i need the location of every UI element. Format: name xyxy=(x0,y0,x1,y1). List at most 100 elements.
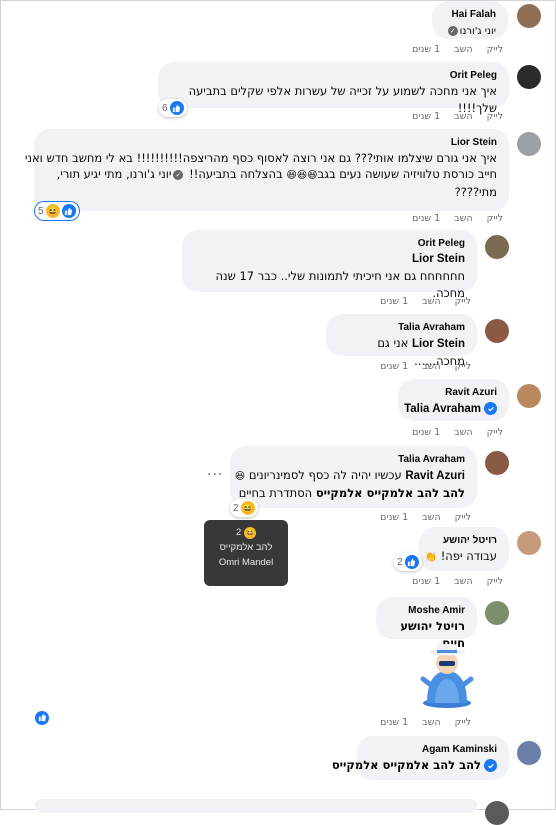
comment-actions: לייק השב 1 שנים xyxy=(412,576,503,587)
comment-text: עבודה יפה! 👏 xyxy=(424,549,497,563)
avatar[interactable] xyxy=(517,531,541,555)
reply-link[interactable]: השב xyxy=(422,296,440,307)
like-link[interactable]: לייק xyxy=(455,717,471,728)
like-link[interactable]: לייק xyxy=(487,111,503,122)
timestamp[interactable]: 1 שנים xyxy=(380,512,408,523)
like-link[interactable]: לייק xyxy=(487,44,503,55)
reply-link[interactable]: השב xyxy=(422,512,440,523)
comment-actions: לייק השב 1 שנים xyxy=(412,44,503,55)
tooltip-count: 2 😆 xyxy=(236,527,256,539)
reply-link[interactable]: השב xyxy=(422,717,440,728)
more-options-icon[interactable]: ··· xyxy=(207,467,223,483)
mention-link[interactable]: Lior Stein xyxy=(194,251,465,268)
comment-author[interactable]: Agam Kaminski xyxy=(369,743,497,757)
avatar[interactable] xyxy=(517,132,541,156)
timestamp[interactable]: 1 שנים xyxy=(412,576,440,587)
comment-author[interactable]: Lior Stein xyxy=(46,136,497,150)
comment-bubble: Moshe Amir רויטל יהושע חיים xyxy=(376,597,477,650)
comment-bubble: Talia Avraham Ravit Azuri עכשיו יהיה לה … xyxy=(230,446,477,508)
comment-bubble: Orit Peleg Lior Stein חחחחחח גם אני חיכי… xyxy=(182,230,477,300)
reply-link[interactable]: השב xyxy=(454,44,472,55)
comment-actions: לייק השב 1 שנים xyxy=(412,427,503,438)
comment-bubble: Orit Peleg איך אני מחכה לשמוע על זכייה ש… xyxy=(158,62,509,115)
mention-link[interactable]: יוני ג'ורנו xyxy=(460,26,496,37)
comment-bubble: Ravit Azuri Talia Avraham xyxy=(398,379,509,421)
comment-actions: לייק השב 1 שנים xyxy=(380,361,471,372)
avatar[interactable] xyxy=(485,451,509,475)
haha-icon: 😆 xyxy=(45,204,60,218)
timestamp[interactable]: 1 שנים xyxy=(380,717,408,728)
like-link[interactable]: לייק xyxy=(487,213,503,224)
haha-icon: 😆 xyxy=(243,527,256,539)
comment-author[interactable]: Orit Peleg xyxy=(194,237,465,251)
like-link[interactable]: לייק xyxy=(487,576,503,587)
reaction-count[interactable]: 6 xyxy=(159,99,187,117)
comment-bubble: רויטל יהושע עבודה יפה! 👏 xyxy=(419,527,509,571)
avatar[interactable] xyxy=(517,4,541,28)
comments-panel: Hai Falah יוני ג'ורנו✓ לייק השב 1 שנים Ori… xyxy=(0,0,556,825)
mention-link[interactable]: Talia Avraham xyxy=(404,403,481,415)
sticker-image xyxy=(415,641,479,711)
reply-link[interactable]: השב xyxy=(454,213,472,224)
reaction-count[interactable]: 5 😆 xyxy=(35,202,79,220)
comment-actions: לייק השב 1 שנים xyxy=(412,213,503,224)
timestamp[interactable]: 1 שנים xyxy=(380,361,408,372)
reaction-count[interactable]: 2 xyxy=(394,553,422,571)
avatar[interactable] xyxy=(485,235,509,259)
comment-author[interactable]: Orit Peleg xyxy=(170,69,497,83)
comment-bubble: Hai Falah יוני ג'ורנו✓ xyxy=(432,1,508,39)
timestamp[interactable]: 1 שנים xyxy=(380,296,408,307)
comment-text: יוני ג'ורנו✓ xyxy=(446,26,496,37)
verified-badge-icon xyxy=(484,402,497,415)
grinning-emoji-icon: 😆 xyxy=(234,471,246,482)
avatar[interactable] xyxy=(485,319,509,343)
like-link[interactable]: לייק xyxy=(455,361,471,372)
timestamp[interactable]: 1 שנים xyxy=(412,44,440,55)
mention-link[interactable]: Lior Stein xyxy=(412,338,465,350)
comment-text: Talia Avraham xyxy=(404,401,497,415)
timestamp[interactable]: 1 שנים xyxy=(412,427,440,438)
grinning-emoji-icon: 😆😆😆 xyxy=(286,170,318,181)
comment-actions: לייק השב 1 שנים xyxy=(380,296,471,307)
comment-actions: לייק השב 1 שנים xyxy=(380,512,471,523)
clapping-hands-icon: 👏 xyxy=(424,552,438,563)
timestamp[interactable]: 1 שנים xyxy=(412,213,440,224)
like-link[interactable]: לייק xyxy=(455,512,471,523)
avatar[interactable] xyxy=(485,801,509,825)
comment-actions: לייק השב 1 שנים xyxy=(412,111,503,122)
reaction-count[interactable]: 2 😆 xyxy=(230,499,258,517)
comment-line: חייב כורסת טלוויזיה שעושה נעים בגב😆😆😆 בה… xyxy=(56,167,497,181)
comment-text: להב להב אלמקייס אלמקייס xyxy=(332,758,497,772)
avatar[interactable] xyxy=(517,65,541,89)
comment-author[interactable]: Hai Falah xyxy=(444,8,496,22)
comment-author[interactable]: Moshe Amir xyxy=(388,604,465,618)
like-icon xyxy=(169,101,184,115)
like-link[interactable]: לייק xyxy=(455,296,471,307)
reply-link[interactable]: השב xyxy=(454,427,472,438)
reply-link[interactable]: השב xyxy=(422,361,440,372)
verified-icon: ✓ xyxy=(447,26,458,36)
comment-bubble: Lior Stein איך אני גורם שיצלמו אותי??? ג… xyxy=(24,129,509,211)
comment-author[interactable]: רויטל יהושע xyxy=(431,534,497,548)
comment-line: להב להב אלמקייס אלמקייס הסתדרת בחיים xyxy=(238,486,465,500)
comment-line: מתי???? xyxy=(454,185,497,199)
tooltip-name: להב אלמקייס xyxy=(219,542,273,553)
comment-author[interactable]: Talia Avraham xyxy=(338,321,465,335)
mention-link[interactable]: יוני ג'ורנו, מתי יגיע תורי, xyxy=(57,167,172,181)
reaction-tooltip: 2 😆 להב אלמקייס Omri Mandel xyxy=(204,520,288,586)
comment-actions: לייק השב 1 שנים xyxy=(380,717,471,728)
avatar[interactable] xyxy=(517,741,541,765)
like-icon[interactable] xyxy=(35,707,49,726)
reply-link[interactable]: השב xyxy=(454,111,472,122)
comment-author[interactable]: Talia Avraham xyxy=(242,453,465,467)
reply-link[interactable]: השב xyxy=(454,576,472,587)
timestamp[interactable]: 1 שנים xyxy=(412,111,440,122)
comment-author[interactable]: Ravit Azuri xyxy=(410,386,497,400)
like-link[interactable]: לייק xyxy=(487,427,503,438)
tooltip-name: Omri Mandel xyxy=(218,557,274,568)
comment-line: איך אני גורם שיצלמו אותי??? גם אני רוצה … xyxy=(24,151,497,165)
avatar[interactable] xyxy=(485,601,509,625)
mention-link[interactable]: Ravit Azuri xyxy=(405,470,465,482)
avatar[interactable] xyxy=(517,384,541,408)
comment-bubble: Agam Kaminski להב להב אלמקייס אלמקייס xyxy=(332,736,509,780)
